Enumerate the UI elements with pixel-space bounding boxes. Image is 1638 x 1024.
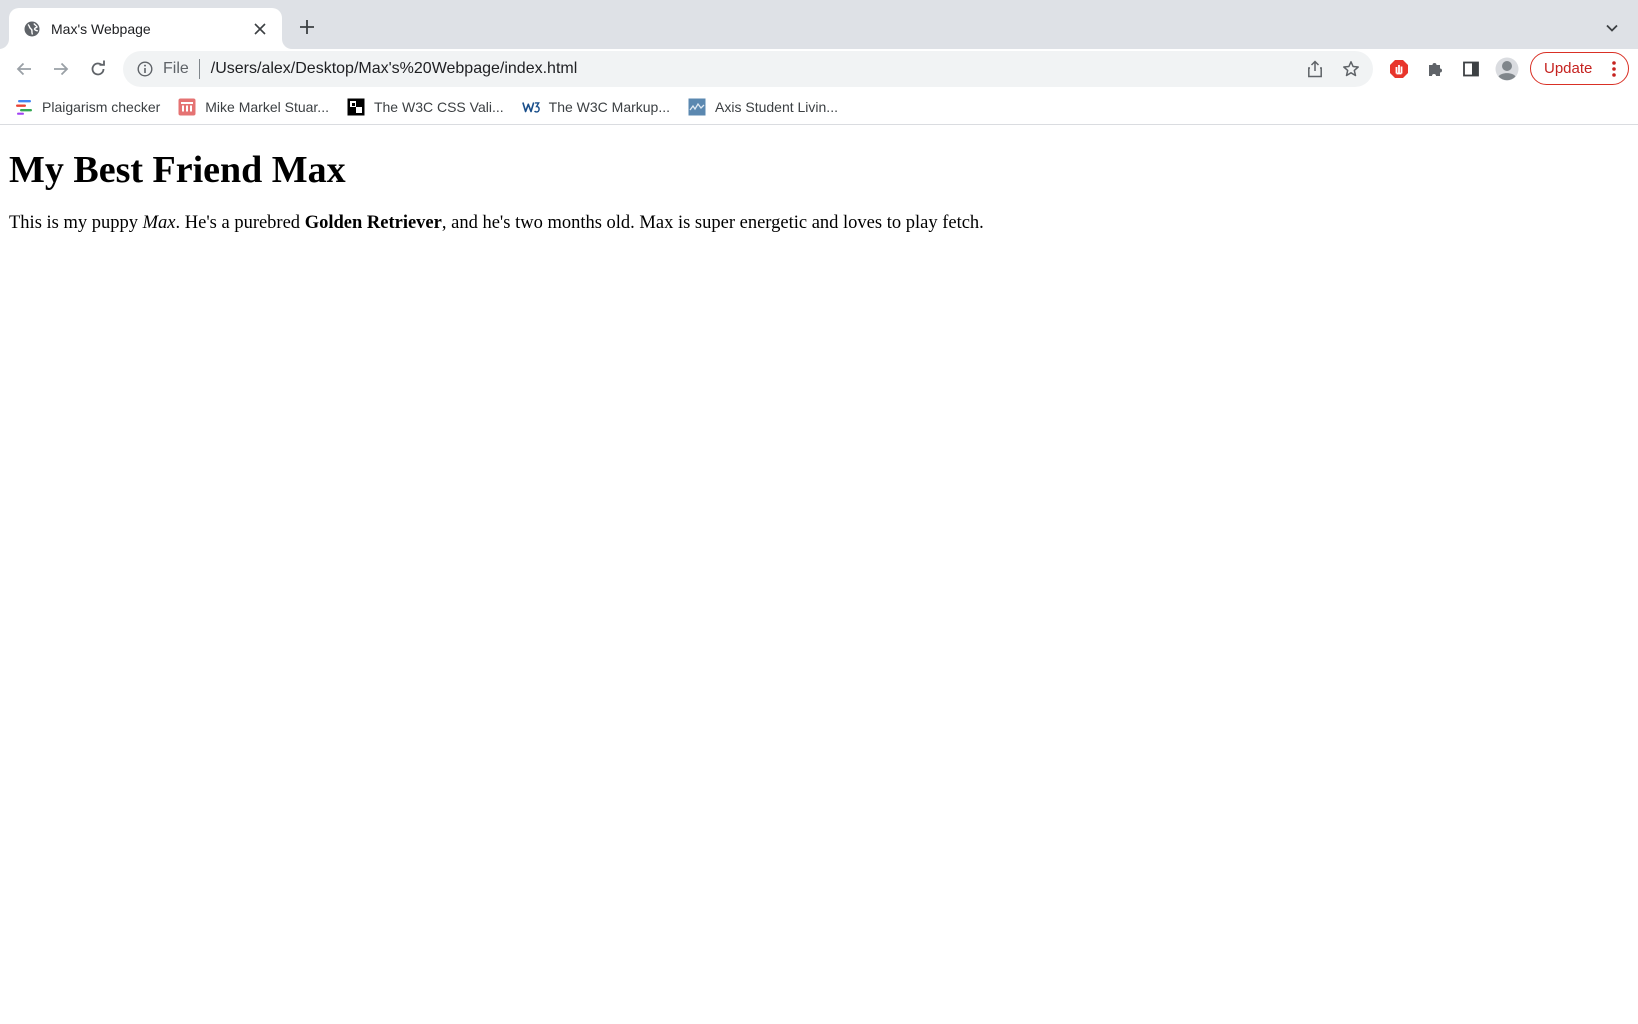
page-title: My Best Friend Max: [9, 149, 346, 191]
adblock-extension-icon[interactable]: [1385, 55, 1413, 83]
update-button-label: Update: [1544, 60, 1593, 77]
plagiarism-checker-icon: [15, 98, 33, 116]
bookmark-w3c-markup-validator[interactable]: The W3C Markup...: [521, 93, 678, 121]
dog-name-italic: Max: [142, 213, 176, 233]
bookmark-label: The W3C Markup...: [548, 98, 671, 115]
bookmark-mike-markel[interactable]: Mike Markel Stuar...: [178, 93, 337, 121]
bookmark-w3c-css-validator[interactable]: The W3C CSS Vali...: [347, 93, 512, 121]
new-tab-button[interactable]: [294, 14, 320, 40]
page-paragraph: This is my puppy Max. He's a purebred Go…: [9, 211, 1629, 235]
url-text[interactable]: /Users/alex/Desktop/Max's%20Webpage/inde…: [211, 60, 1301, 78]
bookmark-label: Plaigarism checker: [42, 98, 161, 115]
tab-active[interactable]: Max's Webpage: [9, 8, 282, 49]
tab-title: Max's Webpage: [51, 20, 151, 37]
divider: [198, 59, 200, 79]
w3c-markup-validator-icon: [521, 98, 540, 116]
bookmarks-bar: Plaigarism checker Mike Markel Stuar... …: [0, 89, 1638, 125]
w3c-css-validator-icon: [347, 98, 365, 116]
reload-icon: [91, 60, 105, 76]
close-icon[interactable]: [250, 19, 270, 39]
paragraph-text: This is my puppy: [9, 213, 143, 233]
globe-icon: [23, 20, 41, 38]
arrow-left-icon: [16, 62, 31, 76]
browser-toolbar: File /Users/alex/Desktop/Max's%20Webpage…: [0, 49, 1638, 89]
side-panel-icon[interactable]: [1457, 55, 1485, 83]
back-button[interactable]: [8, 53, 40, 85]
axis-student-living-icon: [688, 98, 706, 116]
reload-button[interactable]: [82, 53, 114, 85]
more-vertical-icon[interactable]: [1604, 57, 1624, 81]
profile-avatar-icon[interactable]: [1493, 55, 1521, 83]
address-bar[interactable]: File /Users/alex/Desktop/Max's%20Webpage…: [123, 51, 1373, 87]
info-icon[interactable]: [135, 59, 155, 79]
paragraph-text: . He's a purebred: [175, 213, 305, 233]
tab-strip: Max's Webpage: [0, 0, 1638, 49]
paragraph-text: , and he's two months old. Max is super …: [441, 213, 984, 233]
bookmark-label: Axis Student Livin...: [715, 98, 838, 115]
mike-markel-icon: [178, 98, 196, 116]
update-button[interactable]: Update: [1530, 52, 1629, 85]
url-scheme-label: File: [163, 60, 189, 77]
bookmark-plaigarism-checker[interactable]: Plaigarism checker: [15, 93, 168, 121]
bookmark-label: The W3C CSS Vali...: [373, 98, 504, 115]
arrow-right-icon: [54, 62, 69, 76]
breed-bold: Golden Retriever: [304, 213, 442, 233]
bookmark-star-icon[interactable]: [1337, 55, 1365, 83]
chevron-down-icon[interactable]: [1600, 16, 1624, 40]
forward-button[interactable]: [45, 53, 77, 85]
bookmark-label: Mike Markel Stuar...: [205, 98, 329, 115]
share-icon[interactable]: [1301, 55, 1329, 83]
extensions-puzzle-icon[interactable]: [1421, 55, 1449, 83]
bookmark-axis-student-living[interactable]: Axis Student Livin...: [688, 93, 846, 121]
page-content: My Best Friend Max This is my puppy Max.…: [0, 126, 1638, 1024]
